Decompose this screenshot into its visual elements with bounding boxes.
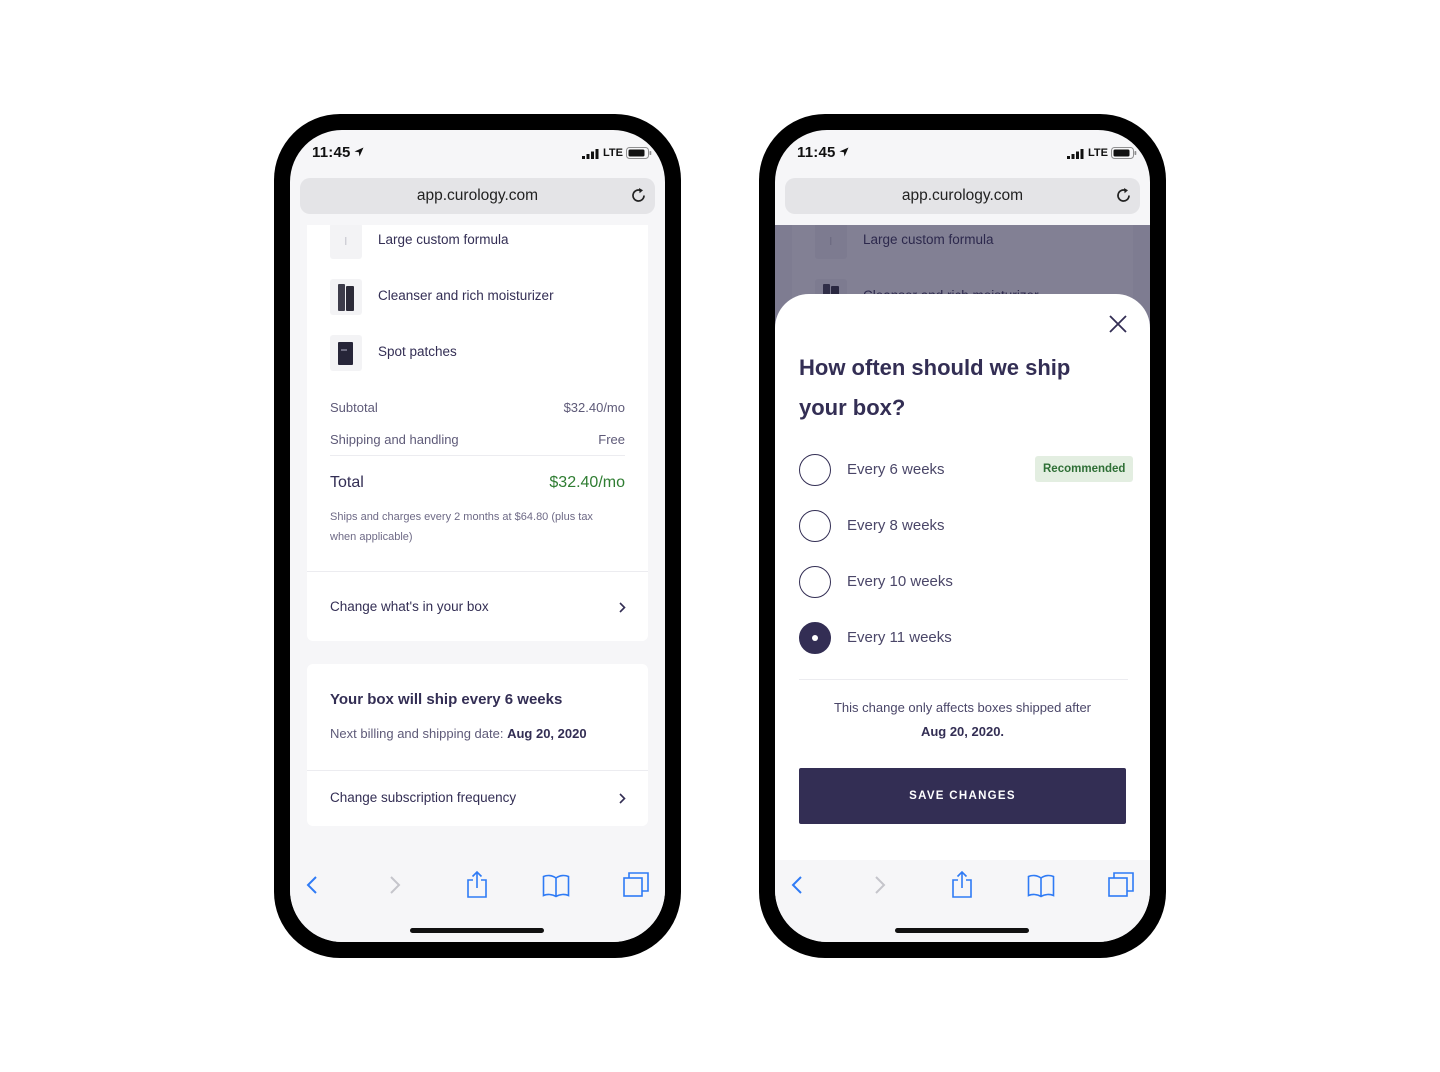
option-label: Every 11 weeks xyxy=(847,629,952,646)
phone-right: 11:45 LTE app.curology.com Large custom … xyxy=(759,114,1166,958)
home-indicator xyxy=(410,928,544,933)
battery-icon xyxy=(1111,147,1137,159)
signal-icon xyxy=(582,149,599,159)
screen-right: 11:45 LTE app.curology.com Large custom … xyxy=(775,130,1150,942)
location-arrow-icon xyxy=(354,147,364,157)
screen-left: 11:45 LTE app.curology.com Large custom … xyxy=(290,130,665,942)
bookmarks-icon[interactable] xyxy=(1027,874,1055,898)
formula-bottle-icon xyxy=(345,237,347,245)
product-thumbnail xyxy=(330,335,362,371)
status-bar: 11:45 LTE xyxy=(290,130,665,176)
change-frequency-label: Change subscription frequency xyxy=(330,790,517,805)
total-value: $32.40/mo xyxy=(549,474,625,491)
location-arrow-icon xyxy=(839,147,849,157)
next-billing-label: Next billing and shipping date: xyxy=(330,726,504,741)
bookmarks-icon[interactable] xyxy=(542,874,570,898)
signal-icon xyxy=(1067,149,1084,159)
chevron-right-icon xyxy=(619,602,626,613)
home-indicator xyxy=(895,928,1029,933)
change-box-link[interactable]: Change what's in your box xyxy=(307,580,648,634)
product-name: Cleanser and rich moisturizer xyxy=(378,288,554,303)
subtotal-row: Subtotal $32.40/mo xyxy=(330,400,625,415)
product-item: Spot patches xyxy=(330,335,630,371)
status-time: 11:45 xyxy=(312,144,351,161)
tabs-icon[interactable] xyxy=(1108,872,1134,898)
forward-arrow-icon[interactable] xyxy=(873,874,887,896)
change-frequency-link[interactable]: Change subscription frequency xyxy=(307,771,648,825)
product-name: Large custom formula xyxy=(378,232,509,247)
divider xyxy=(307,571,648,572)
frequency-option-11-weeks[interactable]: Every 11 weeks xyxy=(799,622,1134,656)
shipping-row: Shipping and handling Free xyxy=(330,432,625,447)
frequency-option-10-weeks[interactable]: Every 10 weeks xyxy=(799,566,1134,600)
patch-box-icon xyxy=(338,342,353,365)
order-summary-card: Large custom formula Cleanser and rich m… xyxy=(307,225,648,641)
back-arrow-icon[interactable] xyxy=(305,874,319,896)
subtotal-label: Subtotal xyxy=(330,400,378,415)
forward-arrow-icon[interactable] xyxy=(388,874,402,896)
reload-icon[interactable] xyxy=(630,187,647,204)
total-row: Total $32.40/mo xyxy=(330,474,625,492)
change-note-date: Aug 20, 2020. xyxy=(920,724,1005,739)
change-note-text: This change only affects boxes shipped a… xyxy=(833,700,1092,715)
option-label: Every 6 weeks xyxy=(847,461,945,478)
address-bar[interactable]: app.curology.com xyxy=(785,178,1140,214)
billing-fine-print: Ships and charges every 2 months at $64.… xyxy=(330,511,593,543)
status-time: 11:45 xyxy=(797,144,836,161)
page-content: Large custom formula Cleanser and rich m… xyxy=(290,225,665,860)
product-name: Spot patches xyxy=(378,344,457,359)
battery-icon xyxy=(626,147,652,159)
subtotal-value: $32.40/mo xyxy=(563,400,625,415)
frequency-option-8-weeks[interactable]: Every 8 weeks xyxy=(799,510,1134,544)
url-text: app.curology.com xyxy=(901,187,1024,204)
frequency-option-6-weeks[interactable]: Every 6 weeks Recommended xyxy=(799,454,1134,488)
product-thumbnail xyxy=(330,279,362,315)
network-label: LTE xyxy=(1088,147,1108,159)
radio-button[interactable] xyxy=(799,510,831,542)
product-item: Large custom formula xyxy=(330,225,630,259)
share-icon[interactable] xyxy=(951,870,973,898)
product-thumbnail xyxy=(330,225,362,259)
subscription-card: Your box will ship every 6 weeks Next bi… xyxy=(307,664,648,826)
radio-button[interactable] xyxy=(799,566,831,598)
share-icon[interactable] xyxy=(466,870,488,898)
radio-button[interactable] xyxy=(799,454,831,486)
save-changes-button[interactable]: SAVE CHANGES xyxy=(799,768,1126,824)
address-bar[interactable]: app.curology.com xyxy=(300,178,655,214)
product-item: Cleanser and rich moisturizer xyxy=(330,279,630,315)
chevron-right-icon xyxy=(619,793,626,804)
change-note: This change only affects boxes shipped a… xyxy=(799,696,1126,744)
next-billing-value: Aug 20, 2020 xyxy=(507,726,587,741)
option-label: Every 10 weeks xyxy=(847,573,953,590)
tubes-icon xyxy=(338,284,354,311)
recommended-badge: Recommended xyxy=(1035,456,1134,482)
radio-button-selected[interactable] xyxy=(799,622,831,654)
divider xyxy=(330,455,625,456)
phone-left: 11:45 LTE app.curology.com Large custom … xyxy=(274,114,681,958)
shipping-label: Shipping and handling xyxy=(330,432,459,447)
change-box-label: Change what's in your box xyxy=(330,599,489,614)
back-arrow-icon[interactable] xyxy=(790,874,804,896)
next-billing-date: Next billing and shipping date: Aug 20, … xyxy=(330,726,587,741)
total-label: Total xyxy=(330,474,364,491)
option-label: Every 8 weeks xyxy=(847,517,945,534)
status-bar: 11:45 LTE xyxy=(775,130,1150,176)
url-text: app.curology.com xyxy=(416,187,539,204)
shipping-value: Free xyxy=(598,432,625,447)
network-label: LTE xyxy=(603,147,623,159)
close-icon[interactable] xyxy=(1108,314,1128,334)
tabs-icon[interactable] xyxy=(623,872,649,898)
frequency-modal: How often should we ship your box? Every… xyxy=(775,294,1150,860)
modal-title: How often should we ship your box? xyxy=(799,355,1071,420)
reload-icon[interactable] xyxy=(1115,187,1132,204)
divider xyxy=(799,679,1128,680)
subscription-title: Your box will ship every 6 weeks xyxy=(330,691,563,708)
